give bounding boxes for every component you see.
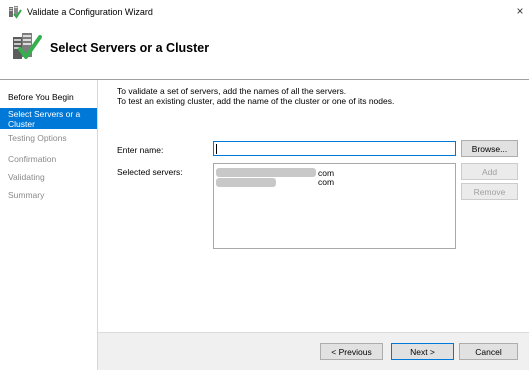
window-title: Validate a Configuration Wizard [27, 7, 153, 17]
close-icon[interactable]: × [513, 4, 527, 18]
cluster-validation-icon [8, 5, 22, 19]
browse-button[interactable]: Browse... [461, 140, 518, 157]
enter-name-input[interactable] [213, 141, 456, 156]
step-select-servers[interactable]: Select Servers or a Cluster [0, 108, 97, 129]
servers-check-icon [10, 29, 42, 63]
add-button[interactable]: Add [461, 163, 518, 180]
step-label: Summary [8, 190, 45, 200]
selected-servers-list[interactable]: com com [213, 163, 456, 249]
wizard-steps-sidebar: Before You Begin Select Servers or a Clu… [0, 80, 98, 370]
step-summary: Summary [0, 190, 97, 200]
cancel-button[interactable]: Cancel [459, 343, 518, 360]
step-label: Testing Options [8, 133, 67, 143]
selected-servers-label: Selected servers: [117, 167, 183, 177]
step-confirmation: Confirmation [0, 154, 97, 164]
enter-name-label: Enter name: [117, 145, 164, 155]
step-label: Before You Begin [8, 92, 74, 102]
intro-line-2: To test an existing cluster, add the nam… [117, 95, 395, 106]
step-label: Validating [8, 172, 45, 182]
redacted-server-name [216, 178, 276, 187]
step-label: Confirmation [8, 154, 57, 164]
server-name-suffix: com [318, 177, 335, 187]
redacted-server-name [216, 168, 316, 177]
page-title: Select Servers or a Cluster [50, 41, 210, 55]
step-label: Select Servers or a Cluster [8, 109, 81, 129]
next-button[interactable]: Next > [391, 343, 454, 360]
list-item[interactable]: com [214, 177, 334, 187]
previous-button[interactable]: < Previous [320, 343, 383, 360]
text-caret [216, 144, 217, 154]
step-testing-options: Testing Options [0, 133, 97, 143]
intro-text: To validate a set of servers, add the na… [117, 86, 395, 106]
step-before-you-begin[interactable]: Before You Begin [0, 92, 97, 102]
title-bar: Validate a Configuration Wizard × [0, 0, 529, 24]
wizard-header: Select Servers or a Cluster [0, 24, 529, 80]
remove-button[interactable]: Remove [461, 183, 518, 200]
step-validating: Validating [0, 172, 97, 182]
